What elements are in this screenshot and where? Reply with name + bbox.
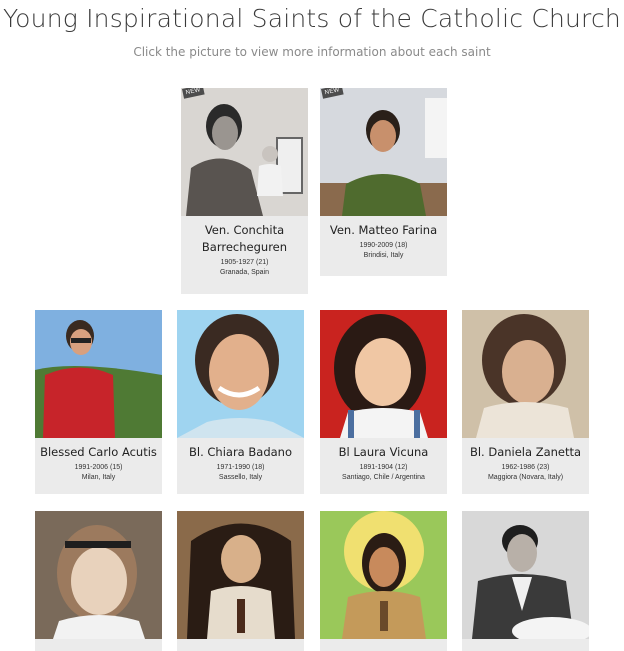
saint-years: 1991-2006 (15)	[74, 464, 123, 471]
saint-years: 1891-1904 (12)	[359, 464, 408, 471]
saint-card-row3-4[interactable]	[462, 511, 589, 651]
saint-photo-row3-1[interactable]	[35, 511, 162, 639]
saint-photo-matteo[interactable]: NEW	[320, 88, 447, 216]
saint-years: 1971-1990 (18)	[216, 464, 265, 471]
saint-card-conchita[interactable]: NEW Ven. Conchita Barrecheguren 1905-192…	[181, 88, 308, 294]
saint-name[interactable]: Bl. Daniela Zanetta	[464, 444, 587, 461]
saint-card-row3-1[interactable]	[35, 511, 162, 651]
saint-card-carlo[interactable]: Blessed Carlo Acutis 1991-2006 (15) Mila…	[35, 310, 162, 494]
saint-name[interactable]: Ven. Conchita Barrecheguren	[183, 222, 306, 256]
saint-card-row3-3[interactable]	[320, 511, 447, 651]
saint-years: 1962-1986 (23)	[501, 464, 550, 471]
saint-photo-carlo[interactable]	[35, 310, 162, 438]
saint-card-chiara[interactable]: Bl. Chiara Badano 1971-1990 (18) Sassell…	[177, 310, 304, 494]
saint-years: 1990-2009 (18)	[359, 242, 408, 249]
saint-card-matteo[interactable]: NEW Ven. Matteo Farina 1990-2009 (18) Br…	[320, 88, 447, 276]
saint-place: Brindisi, Italy	[363, 252, 404, 259]
saint-photo-row3-3[interactable]	[320, 511, 447, 639]
saint-photo-row3-4[interactable]	[462, 511, 589, 639]
saint-photo-daniela[interactable]	[462, 310, 589, 438]
saint-years: 1905-1927 (21)	[220, 259, 269, 266]
saint-photo-chiara[interactable]	[177, 310, 304, 438]
saint-name[interactable]: Blessed Carlo Acutis	[37, 444, 160, 461]
saint-name[interactable]: Ven. Matteo Farina	[322, 222, 445, 239]
saint-card-daniela[interactable]: Bl. Daniela Zanetta 1962-1986 (23) Maggi…	[462, 310, 589, 494]
saint-place: Milan, Italy	[81, 474, 116, 481]
page-title: Young Inspirational Saints of the Cathol…	[3, 4, 621, 33]
saint-place: Santiago, Chile / Argentina	[342, 474, 425, 481]
saint-place: Granada, Spain	[219, 269, 270, 276]
saint-place: Maggiora (Novara, Italy)	[487, 474, 564, 481]
saint-place: Sassello, Italy	[218, 474, 263, 481]
saint-card-row3-2[interactable]	[177, 511, 304, 651]
saint-photo-conchita[interactable]: NEW	[181, 88, 308, 216]
saint-photo-laura[interactable]	[320, 310, 447, 438]
saint-card-laura[interactable]: Bl Laura Vicuna 1891-1904 (12) Santiago,…	[320, 310, 447, 494]
saint-name[interactable]: Bl Laura Vicuna	[322, 444, 445, 461]
saint-photo-row3-2[interactable]	[177, 511, 304, 639]
page-subtitle: Click the picture to view more informati…	[133, 45, 491, 59]
saint-name[interactable]: Bl. Chiara Badano	[179, 444, 302, 461]
